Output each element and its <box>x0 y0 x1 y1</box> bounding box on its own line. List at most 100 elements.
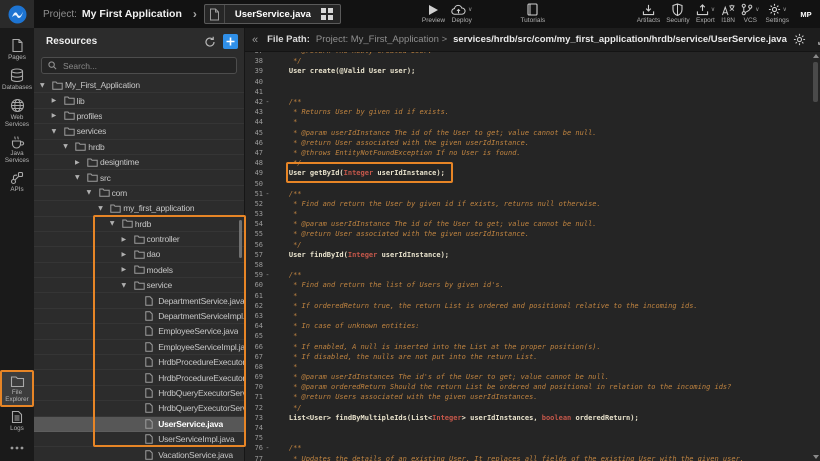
folder-icon <box>110 204 123 213</box>
topbar-action-deploy[interactable]: ∨Deploy <box>448 3 475 24</box>
more-options-icon[interactable] <box>10 435 24 459</box>
chevron-right-icon: ▶ <box>122 266 134 273</box>
tree-item-hrdbqueryexecutorservice[interactable]: HrdbQueryExecutorService <box>34 401 244 416</box>
tree-item-controller[interactable]: ▶controller <box>34 232 244 247</box>
add-resource-button[interactable] <box>223 34 238 49</box>
rail-item-logs[interactable]: Logs <box>1 406 33 435</box>
scroll-down-icon[interactable] <box>813 455 819 459</box>
topbar-action-preview[interactable]: Preview <box>419 3 448 24</box>
editor-scrollbar[interactable] <box>812 54 819 459</box>
file-icon <box>145 326 158 336</box>
api-icon <box>10 171 24 185</box>
tree-item-departmentserviceimpl-jav[interactable]: DepartmentServiceImpl.jav <box>34 309 244 324</box>
tree-item-vacationservice-java[interactable]: VacationService.java <box>34 447 244 461</box>
file-icon <box>145 342 158 352</box>
topbar-action-security[interactable]: Security <box>663 3 692 24</box>
tree-item-employeeservice-java[interactable]: EmployeeService.java <box>34 324 244 339</box>
refresh-icon[interactable] <box>201 33 219 51</box>
code-text: * <box>272 312 297 320</box>
tab-label: UserService.java <box>225 9 321 20</box>
rail-item-apis[interactable]: APIs <box>1 167 33 196</box>
rail-item-java-services[interactable]: Java Services <box>1 131 33 167</box>
fold-marker-icon[interactable]: - <box>263 271 272 279</box>
rail-item-pages[interactable]: Pages <box>1 34 33 64</box>
topbar-action-export[interactable]: ∨Export <box>693 3 718 24</box>
tree-item-hrdbprocedureexecutorse[interactable]: HrdbProcedureExecutorSe <box>34 355 244 370</box>
search-input[interactable] <box>61 60 211 72</box>
topbar-action-i18n[interactable]: I18N <box>718 3 738 24</box>
rail-item-label: Logs <box>1 425 33 432</box>
editor-scrollbar-thumb[interactable] <box>813 62 818 102</box>
tree-item-dao[interactable]: ▶dao <box>34 247 244 262</box>
file-icon <box>205 5 225 23</box>
tree-scrollbar-thumb[interactable] <box>239 220 242 258</box>
tree-item-com[interactable]: ▼com <box>34 186 244 201</box>
tree-item-src[interactable]: ▼src <box>34 170 244 185</box>
preview-label: Preview <box>422 17 445 24</box>
avatar[interactable]: MP <box>797 5 815 23</box>
file-switcher-grid-icon[interactable] <box>321 8 333 20</box>
line-number: 39 <box>245 67 263 75</box>
rail-item-file-explorer[interactable]: File Explorer <box>1 371 33 406</box>
tree-item-lib[interactable]: ▶lib <box>34 93 244 108</box>
project-breadcrumb[interactable]: Project: My First Application <box>34 8 182 20</box>
chevron-down-icon: ▼ <box>52 128 64 135</box>
tree-item-hrdbprocedureexecutorse[interactable]: HrdbProcedureExecutorSe <box>34 370 244 385</box>
line-number: 66 <box>245 343 263 351</box>
code-text: * <box>272 210 297 218</box>
tree-item-hrdb[interactable]: ▼hrdb <box>34 140 244 155</box>
code-line-66: 66 * If enabled, A null is inserted into… <box>245 341 820 351</box>
tree-item-designtime[interactable]: ▶designtime <box>34 155 244 170</box>
chevron-down-icon: ▼ <box>40 82 52 89</box>
chevron-right-icon: ▶ <box>122 251 134 258</box>
left-rail: PagesDatabases Web Services Java ServicesA… <box>0 28 34 461</box>
resources-search[interactable] <box>41 57 237 74</box>
tree-item-service[interactable]: ▼service <box>34 278 244 293</box>
tree-item-hrdbqueryexecutorservice[interactable]: HrdbQueryExecutorService <box>34 386 244 401</box>
folder-icon <box>75 142 88 151</box>
code-text: * @param orderedReturn Should the return… <box>272 383 731 391</box>
code-text: */ <box>272 241 302 249</box>
tree-item-label: VacationService.java <box>158 450 233 460</box>
editor-area: « File Path: Project: My_First_Applicati… <box>245 28 820 461</box>
tree-item-userserviceimpl-java[interactable]: UserServiceImpl.java <box>34 432 244 447</box>
topbar-action-tutorials[interactable]: Tutorials <box>517 3 548 24</box>
scroll-up-icon[interactable] <box>813 54 819 58</box>
tree-item-departmentservice-java[interactable]: DepartmentService.java <box>34 293 244 308</box>
code-editor[interactable]: 37 * @return The newly created User.38 *… <box>245 52 820 461</box>
code-text: * <box>272 332 297 340</box>
rail-item-databases[interactable]: Databases <box>1 64 33 94</box>
topbar-action-artifacts[interactable]: Artifacts <box>634 3 663 24</box>
fold-marker-icon[interactable]: - <box>263 98 272 106</box>
line-number: 64 <box>245 322 263 330</box>
tree-item-hrdb[interactable]: ▼hrdb <box>34 217 244 232</box>
rail-item-web-services[interactable]: Web Services <box>1 94 33 131</box>
tree-item-employeeserviceimpl-java[interactable]: EmployeeServiceImpl.java <box>34 340 244 355</box>
tree-item-my-first-application[interactable]: ▼my_first_application <box>34 201 244 216</box>
tree-item-label: EmployeeServiceImpl.java <box>158 342 244 352</box>
app-logo[interactable] <box>0 0 34 28</box>
tree-item-services[interactable]: ▼services <box>34 124 244 139</box>
code-line-39: 39 User create(@Valid User user); <box>245 66 820 76</box>
code-text: * <box>272 292 297 300</box>
tree-item-my-first-application[interactable]: ▼My_First_Application <box>34 78 244 93</box>
topbar-action-vcs[interactable]: ∨VCS <box>738 3 762 24</box>
tab-userservice-java[interactable]: UserService.java <box>204 4 341 24</box>
collapse-panel-icon[interactable]: « <box>249 34 261 46</box>
tree-item-profiles[interactable]: ▶profiles <box>34 109 244 124</box>
line-number: 70 <box>245 383 263 391</box>
line-number: 59 <box>245 271 263 279</box>
fold-marker-icon[interactable]: - <box>263 444 272 452</box>
folder-icon <box>64 127 77 136</box>
play-icon <box>427 4 439 16</box>
tree-item-models[interactable]: ▶models <box>34 263 244 278</box>
rail-item-label: Web Services <box>1 114 33 128</box>
topbar-action-settings[interactable]: ∨Settings <box>763 3 793 24</box>
coffee-icon <box>10 135 25 149</box>
tree-item-userservice-java[interactable]: UserService.java <box>34 417 244 432</box>
folder-icon <box>134 235 147 244</box>
file-settings-gear-icon[interactable] <box>793 33 806 46</box>
code-text: * @return User associated with the given… <box>272 139 529 147</box>
fold-marker-icon[interactable]: - <box>263 190 272 198</box>
code-text: * @return Users associated with the give… <box>272 393 538 401</box>
